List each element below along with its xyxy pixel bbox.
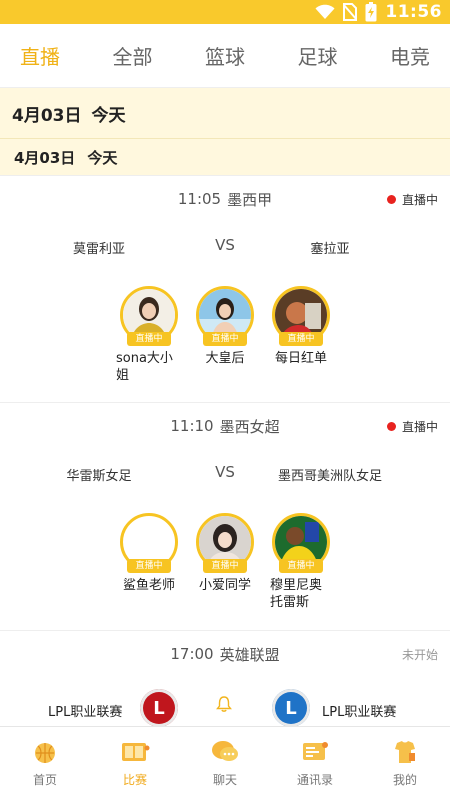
- bell-icon[interactable]: [215, 695, 233, 717]
- anchor-list: 直播中 sona大小姐 直播中 大皇后 直播中 每日红单: [0, 272, 450, 397]
- home-team: LPL职业联赛: [48, 705, 123, 720]
- clock: 11:56: [385, 2, 442, 22]
- live-status-text: 直播中: [401, 419, 438, 434]
- live-badge: 直播中: [203, 332, 247, 346]
- live-badge: 直播中: [127, 559, 171, 573]
- nav-match-label: 比赛: [122, 773, 147, 787]
- match-league: 墨西女超: [219, 417, 280, 436]
- nav-chat-label: 聊天: [212, 773, 237, 787]
- contacts-icon: [300, 739, 330, 765]
- home-icon: [30, 739, 60, 765]
- profile-icon: [390, 739, 420, 765]
- date-header-day: 今天: [91, 105, 126, 126]
- match-status: 未开始: [402, 631, 438, 677]
- wifi-icon: [315, 4, 335, 20]
- nav-home-label: 首页: [32, 773, 57, 787]
- match-time: 11:10: [170, 417, 214, 435]
- nav-contacts-label: 通讯录: [296, 773, 333, 787]
- away-team-logo: L: [272, 689, 310, 727]
- live-badge: 直播中: [279, 559, 323, 573]
- match-status-text: 未开始: [401, 647, 438, 662]
- live-status: 直播中: [386, 176, 438, 222]
- date-header-date: 4月03日: [12, 105, 82, 126]
- match-header: 11:05 墨西甲 直播中: [0, 176, 450, 222]
- live-dot-icon: [386, 421, 396, 431]
- home-team-logo: L: [140, 689, 178, 727]
- date-subheader: 4月03日 今天: [0, 138, 450, 176]
- live-status-text: 直播中: [401, 192, 438, 207]
- tab-all[interactable]: 全部: [113, 41, 153, 70]
- nav-home[interactable]: 首页: [0, 727, 90, 800]
- match-card[interactable]: 11:10 墨西女超 直播中 华雷斯女足 VS 墨西哥美洲队女足 直播中 鲨鱼老…: [0, 403, 450, 631]
- away-team: LPL职业联赛: [322, 705, 397, 720]
- nav-contacts[interactable]: 通讯录: [270, 727, 360, 800]
- anchor-list: 直播中 鲨鱼老师 直播中 小爱同学 直播中 穆里尼奥托雷斯: [0, 499, 450, 624]
- match-teams: 莫雷利亚 VS 塞拉亚: [0, 222, 450, 272]
- match-card[interactable]: 11:05 墨西甲 直播中 莫雷利亚 VS 塞拉亚 直播中 sona大小姐 直播…: [0, 176, 450, 403]
- tab-esports[interactable]: 电竞: [390, 41, 430, 70]
- tab-football[interactable]: 足球: [298, 41, 338, 70]
- anchor-item[interactable]: 直播中 每日红单: [256, 286, 346, 367]
- bottom-navigation: 首页 比赛 聊天 通讯录 我的: [0, 726, 450, 800]
- match-league: 英雄联盟: [219, 645, 280, 664]
- battery-icon: [365, 2, 377, 22]
- date-subheader-day: 今天: [87, 148, 118, 167]
- live-badge: 直播中: [127, 332, 171, 346]
- nav-match[interactable]: 比赛: [90, 727, 180, 800]
- match-icon: [120, 739, 150, 765]
- away-team: 墨西哥美洲队女足: [277, 469, 382, 484]
- match-teams: 华雷斯女足 VS 墨西哥美洲队女足: [0, 449, 450, 499]
- match-header: 17:00 英雄联盟 未开始: [0, 631, 450, 677]
- match-time: 11:05: [177, 190, 222, 208]
- category-tabs: 直播 全部 篮球 足球 电竞: [0, 24, 450, 88]
- no-sim-icon: [343, 3, 358, 21]
- live-status: 直播中: [386, 403, 438, 449]
- anchor-name: sona大小姐: [116, 351, 173, 383]
- anchor-name: 穆里尼奥托雷斯: [270, 578, 323, 610]
- date-header: 4月03日 今天: [0, 88, 450, 138]
- tab-live[interactable]: 直播: [20, 41, 60, 70]
- nav-chat[interactable]: 聊天: [180, 727, 270, 800]
- nav-profile-label: 我的: [392, 773, 417, 787]
- date-subheader-date: 4月03日: [14, 148, 76, 167]
- live-dot-icon: [386, 194, 396, 204]
- away-team: 塞拉亚: [310, 242, 350, 257]
- chat-icon: [210, 739, 240, 765]
- live-badge: 直播中: [279, 332, 323, 346]
- anchor-item[interactable]: 直播中 穆里尼奥托雷斯: [256, 513, 346, 611]
- match-header: 11:10 墨西女超 直播中: [0, 403, 450, 449]
- match-time: 17:00: [170, 645, 214, 663]
- nav-profile[interactable]: 我的: [360, 727, 450, 800]
- match-league: 墨西甲: [227, 190, 273, 209]
- live-badge: 直播中: [203, 559, 247, 573]
- tab-basketball[interactable]: 篮球: [205, 41, 245, 70]
- status-bar: 11:56: [0, 0, 450, 24]
- anchor-name: 每日红单: [274, 351, 327, 366]
